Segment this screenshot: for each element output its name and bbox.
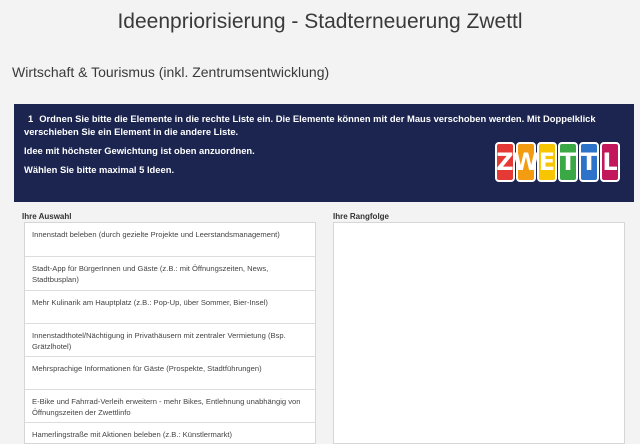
logo-letter-l: L: [600, 142, 620, 182]
idea-item[interactable]: Stadt-App für BürgerInnen und Gäste (z.B…: [25, 257, 315, 291]
question-instruction-text: Ordnen Sie bitte die Elemente in die rec…: [24, 113, 596, 137]
question-number: 1: [28, 113, 34, 124]
idea-item[interactable]: Innenstadthotel/Nächtigung in Privathäus…: [25, 324, 315, 357]
idea-item[interactable]: Mehr Kulinarik am Hauptplatz (z.B.: Pop-…: [25, 291, 315, 324]
logo-letter-t2: T: [579, 142, 599, 182]
idea-item[interactable]: Hamerlingstraße mit Aktionen beleben (z.…: [25, 423, 315, 443]
idea-item[interactable]: Innenstadt beleben (durch gezielte Proje…: [25, 223, 315, 257]
question-instruction: 1 Ordnen Sie bitte die Elemente in die re…: [24, 112, 624, 138]
question-banner: 1 Ordnen Sie bitte die Elemente in die re…: [14, 104, 634, 202]
ranking-list[interactable]: [333, 222, 625, 444]
logo-letter-w: W: [513, 142, 539, 182]
available-list-label: Ihre Auswahl: [22, 212, 72, 221]
logo-letter-e: E: [537, 142, 557, 182]
page-title: Ideenpriorisierung - Stadterneuerung Zwe…: [117, 10, 523, 33]
section-title: Wirtschaft & Tourismus (inkl. Zentrumsen…: [12, 64, 330, 80]
idea-item[interactable]: Mehrsprachige Informationen für Gäste (P…: [25, 357, 315, 390]
ranking-list-label: Ihre Rangfolge: [333, 212, 390, 221]
logo-letter-t1: T: [558, 142, 578, 182]
zwettl-logo: Z W E T T L: [495, 142, 620, 182]
available-list[interactable]: Innenstadt beleben (durch gezielte Proje…: [24, 222, 316, 444]
idea-item[interactable]: E-Bike und Fahrrad-Verleih erweitern - m…: [25, 390, 315, 423]
